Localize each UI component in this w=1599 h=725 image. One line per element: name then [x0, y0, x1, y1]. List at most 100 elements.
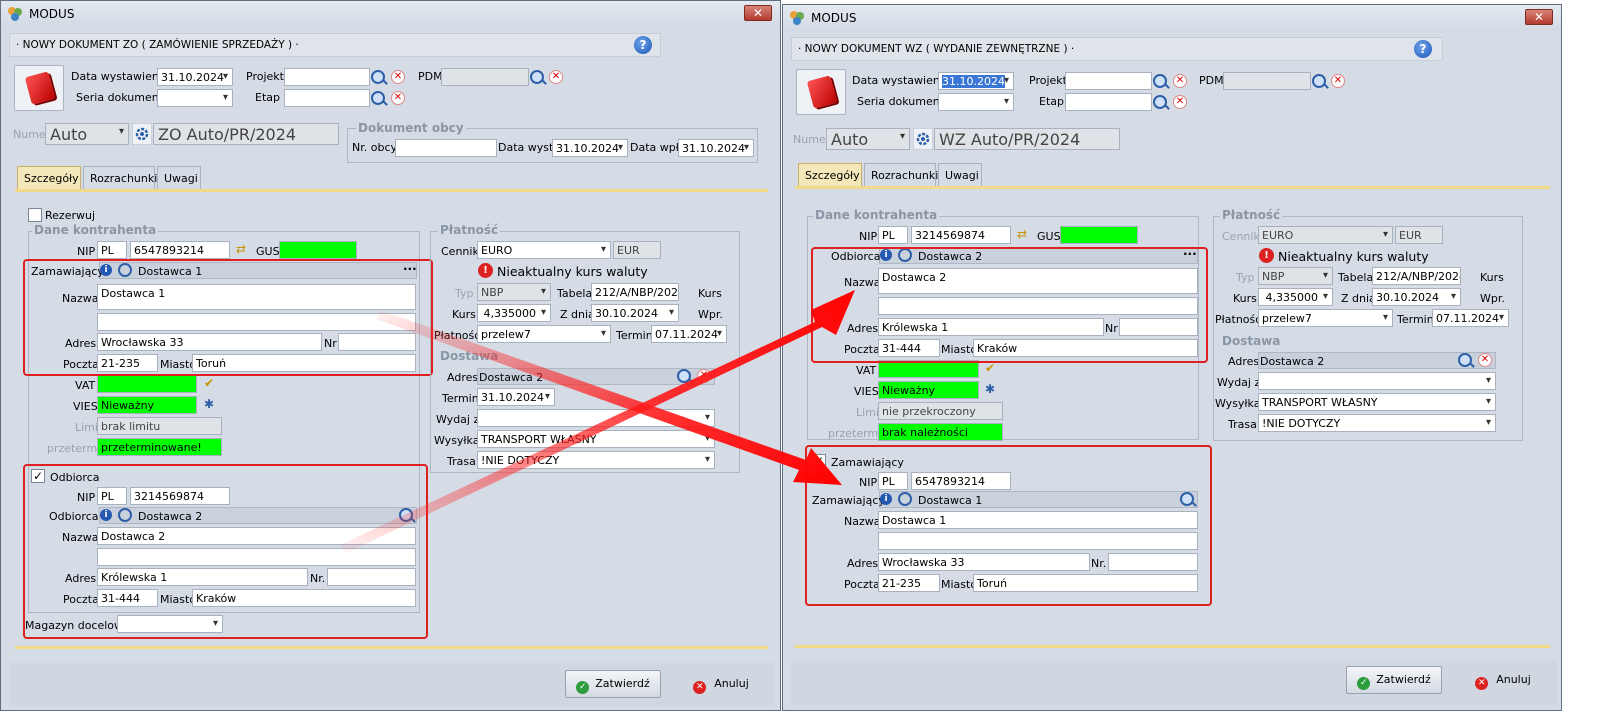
seria-field[interactable]: [157, 89, 233, 107]
pdm-search-icon[interactable]: [530, 70, 544, 84]
trasa-field[interactable]: !NIE DOTYCZY: [1258, 414, 1496, 432]
nip-field[interactable]: 6547893214: [130, 241, 230, 259]
vies-status-field: Nieważny: [97, 396, 197, 414]
nr-obcy-field[interactable]: [395, 139, 497, 157]
typ-field[interactable]: NBP: [1258, 267, 1333, 285]
projekt-label: Projekt: [1029, 74, 1067, 87]
numer-label: Numer: [793, 133, 831, 146]
seria-field[interactable]: [938, 93, 1014, 111]
typ-label: Typ: [1236, 271, 1255, 284]
vat-check-icon[interactable]: ✔: [204, 376, 214, 390]
etap-field[interactable]: [284, 89, 370, 107]
data-wpl-field[interactable]: 31.10.2024: [678, 139, 754, 157]
close-button[interactable]: ✕: [1525, 9, 1553, 25]
pdm-label: PDM: [418, 70, 443, 83]
trasa-label: Trasa: [1228, 418, 1257, 431]
pdm-clear-icon[interactable]: ✕: [1331, 74, 1345, 88]
projekt-clear-icon[interactable]: ✕: [1173, 74, 1187, 88]
etap-clear-icon[interactable]: ✕: [391, 91, 405, 105]
help-icon[interactable]: ?: [1414, 40, 1432, 58]
numbering-settings-icon[interactable]: [913, 128, 933, 150]
vat-status-field: [97, 375, 197, 393]
projekt-field[interactable]: [284, 68, 370, 86]
tabela-field[interactable]: 212/A/NBP/2024: [591, 283, 679, 301]
help-icon[interactable]: ?: [634, 36, 652, 54]
numer-value-field: WZ Auto/PR/2024: [934, 128, 1120, 150]
dostawa-clear-icon[interactable]: ✕: [1478, 353, 1492, 367]
tab-uwagi[interactable]: Uwagi: [157, 166, 201, 190]
platnosc-field[interactable]: przelew7: [1258, 309, 1393, 327]
tabela-field[interactable]: 212/A/NBP/2024: [1372, 267, 1461, 285]
vies-check-icon[interactable]: ✱: [985, 382, 995, 396]
termin-field[interactable]: 07.11.2024: [1432, 309, 1509, 327]
rezerwuj-checkbox[interactable]: [28, 208, 42, 222]
vat-check-icon[interactable]: ✔: [985, 361, 995, 375]
pdm-field[interactable]: [441, 68, 529, 86]
dostawa-search-icon[interactable]: [1458, 353, 1472, 367]
dostawa-clear-icon[interactable]: ✕: [697, 369, 711, 383]
numbering-settings-icon[interactable]: [132, 123, 152, 145]
wydaj-field[interactable]: [477, 409, 715, 427]
data-wystawienia-field[interactable]: 31.10.2024: [938, 72, 1014, 90]
etap-field[interactable]: [1065, 93, 1152, 111]
tab-rozrachunki[interactable]: Rozrachunki: [83, 166, 157, 190]
gus-lookup-icon[interactable]: ⇄: [1017, 227, 1027, 241]
numer-mode-field[interactable]: Auto: [826, 128, 910, 150]
zdnia-field[interactable]: 30.10.2024: [591, 304, 679, 322]
numer-mode-field[interactable]: Auto: [45, 123, 129, 145]
pdm-clear-icon[interactable]: ✕: [549, 70, 563, 84]
vies-check-icon[interactable]: ✱: [204, 397, 214, 411]
vies-status-field: Nieważny: [878, 381, 979, 399]
projekt-search-icon[interactable]: [1153, 74, 1167, 88]
document-title: · NOWY DOKUMENT ZO ( ZAMÓWIENIE SPRZEDAŻ…: [16, 39, 299, 51]
tab-szczegoly[interactable]: Szczegóły: [798, 163, 862, 187]
anuluj-button[interactable]: ✕ Anuluj: [1463, 666, 1543, 694]
etap-search-icon[interactable]: [371, 91, 385, 105]
zdnia-field[interactable]: 30.10.2024: [1372, 288, 1461, 306]
typ-field[interactable]: NBP: [477, 283, 551, 301]
dostawa-termin-field[interactable]: 31.10.2024: [477, 388, 555, 406]
data-wyst-field[interactable]: 31.10.2024: [552, 139, 628, 157]
etap-clear-icon[interactable]: ✕: [1173, 95, 1187, 109]
nip-country-field[interactable]: PL: [878, 226, 908, 244]
pdm-search-icon[interactable]: [1312, 74, 1326, 88]
kurs-field[interactable]: 4,335000: [477, 304, 551, 322]
platnosc-field[interactable]: przelew7: [477, 325, 611, 343]
gus-lookup-icon[interactable]: ⇄: [236, 242, 246, 256]
vat-label: VAT: [75, 379, 96, 392]
kurs-field[interactable]: 4,335000: [1258, 288, 1333, 306]
tab-uwagi[interactable]: Uwagi: [938, 163, 982, 187]
nip-country-field[interactable]: PL: [97, 241, 127, 259]
zatwierdz-button[interactable]: ✓ Zatwierdź: [565, 670, 661, 698]
wydaj-label: Wydaj z: [436, 413, 480, 426]
left-window: MODUS ✕ · NOWY DOKUMENT ZO ( ZAMÓWIENIE …: [0, 0, 781, 711]
trasa-field[interactable]: !NIE DOTYCZY: [477, 451, 715, 469]
przeterm-field: przeterminowane!: [97, 438, 222, 456]
pdm-field[interactable]: [1223, 72, 1311, 90]
wysylka-field[interactable]: TRANSPORT WŁASNY: [477, 430, 715, 448]
dostawa-search-icon[interactable]: [677, 369, 691, 383]
data-wyst-label: Data wyst.: [498, 141, 557, 154]
odbiorca-highlight: [23, 464, 428, 639]
data-wystawienia-field[interactable]: 31.10.2024: [157, 68, 233, 86]
cennik-field[interactable]: EURO: [1258, 226, 1393, 244]
close-button[interactable]: ✕: [744, 5, 772, 21]
zatwierdz-label: Zatwierdź: [1376, 673, 1431, 686]
wysylka-field[interactable]: TRANSPORT WŁASNY: [1258, 393, 1496, 411]
tab-szczegoly[interactable]: Szczegóły: [17, 166, 81, 190]
anuluj-button[interactable]: ✕ Anuluj: [681, 670, 761, 698]
wpr-label: Wpr.: [698, 308, 723, 321]
cennik-field[interactable]: EURO: [477, 241, 611, 259]
etap-search-icon[interactable]: [1153, 95, 1167, 109]
projekt-search-icon[interactable]: [371, 70, 385, 84]
tab-rozrachunki[interactable]: Rozrachunki: [864, 163, 938, 187]
projekt-clear-icon[interactable]: ✕: [391, 70, 405, 84]
nip-field[interactable]: 3214569874: [911, 226, 1011, 244]
limit-field: nie przekroczony: [878, 402, 1003, 420]
wydaj-field[interactable]: [1258, 372, 1496, 390]
projekt-field[interactable]: [1065, 72, 1152, 90]
zatwierdz-button[interactable]: ✓ Zatwierdź: [1346, 666, 1442, 694]
termin-field[interactable]: 07.11.2024: [651, 325, 727, 343]
seria-label: Seria dokumentu: [76, 91, 171, 104]
dostawa-termin-label: Termin: [442, 392, 479, 405]
